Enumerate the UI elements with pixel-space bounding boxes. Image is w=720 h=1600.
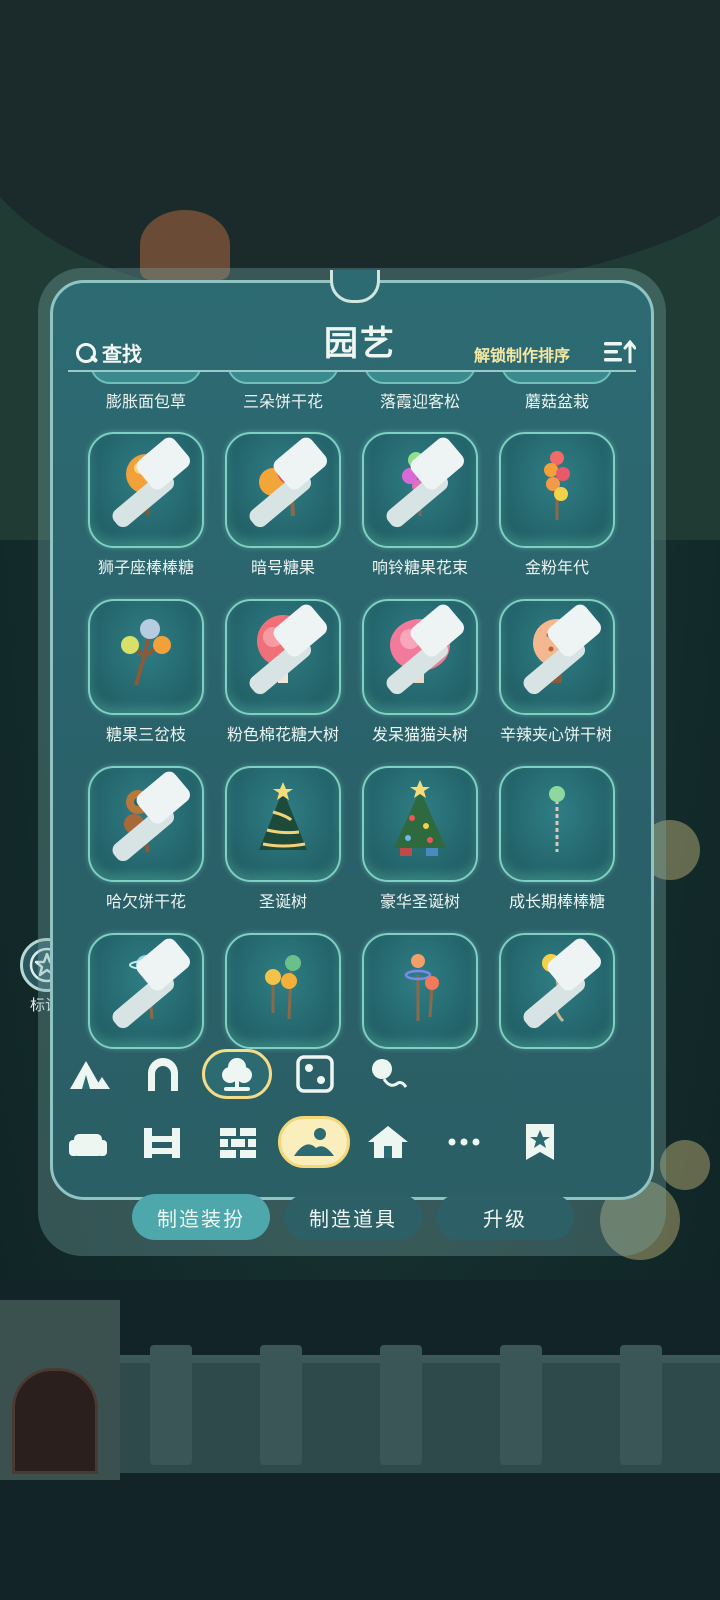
item-label: 狮子座棒棒糖	[97, 558, 194, 577]
item-card[interactable]	[225, 432, 341, 548]
category-wall[interactable]	[208, 1116, 268, 1168]
house-icon	[368, 1126, 408, 1158]
category-landscape[interactable]	[278, 1116, 350, 1168]
badge-icon	[526, 1124, 554, 1160]
item-card[interactable]	[362, 432, 478, 548]
fence-post	[380, 1345, 422, 1465]
candy-stack-icon	[544, 451, 570, 520]
item-label: 膨胀面包草	[105, 392, 186, 411]
tower-door[interactable]	[12, 1368, 98, 1474]
item-card[interactable]	[362, 599, 478, 715]
item-label: 金粉年代	[524, 558, 589, 577]
category-badge[interactable]	[510, 1116, 570, 1168]
item-card[interactable]	[499, 933, 615, 1049]
tree-icon	[222, 1058, 252, 1091]
candy-branch-icon	[121, 619, 171, 686]
more-icon	[448, 1138, 480, 1146]
subtab-dice[interactable]	[284, 1048, 346, 1100]
fence-post	[500, 1345, 542, 1465]
item-label: 辛辣夹心饼干树	[499, 725, 612, 744]
item-label: 哈欠饼干花	[105, 892, 186, 911]
item-card[interactable]	[499, 599, 615, 715]
hammer-icon	[112, 771, 190, 862]
sort-option-label[interactable]: 解锁制作排序	[474, 342, 570, 366]
tent-icon	[70, 1061, 110, 1089]
fence-post	[260, 1345, 302, 1465]
item-label: 三朵饼干花	[242, 392, 323, 411]
balloon-icon	[372, 1059, 408, 1088]
search-label: 查找	[102, 342, 142, 366]
ringed-candy-icon	[404, 954, 439, 1021]
subtab-tent[interactable]	[58, 1048, 120, 1100]
hammer-icon	[386, 604, 464, 695]
hammer-icon	[523, 938, 601, 1029]
subtab-balloon[interactable]	[356, 1048, 418, 1100]
glow-light	[660, 1140, 710, 1190]
upgrade-button[interactable]: 升级	[436, 1194, 574, 1240]
fence-post	[620, 1345, 662, 1465]
cliff-overhang	[0, 0, 720, 300]
item-card[interactable]	[88, 933, 204, 1049]
category-more[interactable]	[434, 1116, 494, 1168]
item-label: 蘑菇盆栽	[524, 392, 589, 411]
growing-lollipop-icon	[549, 786, 565, 852]
hammer-icon	[249, 604, 327, 695]
item-label: 粉色棉花糖大树	[226, 725, 339, 744]
item-card[interactable]	[88, 599, 204, 715]
subtab-tree[interactable]	[202, 1049, 272, 1099]
item-label: 成长期棒棒糖	[508, 892, 605, 911]
item-card[interactable]	[499, 766, 615, 882]
subtab-arch[interactable]	[132, 1048, 194, 1100]
sofa-icon	[69, 1134, 107, 1156]
item-card[interactable]	[88, 766, 204, 882]
sort-icon[interactable]	[604, 340, 636, 364]
triple-lollipop-icon	[265, 955, 301, 1020]
item-card[interactable]	[501, 372, 613, 384]
item-card[interactable]	[499, 432, 615, 548]
search-icon	[74, 341, 98, 365]
item-label: 圣诞树	[258, 892, 307, 911]
hammer-icon	[112, 437, 190, 528]
item-label: 发呆猫猫头树	[371, 725, 468, 744]
fence-icon	[144, 1128, 180, 1158]
dice-icon	[296, 1055, 334, 1093]
category-fence[interactable]	[132, 1116, 192, 1168]
craft-tool-button[interactable]: 制造道具	[284, 1194, 422, 1240]
item-label: 响铃糖果花束	[371, 558, 468, 577]
item-label: 暗号糖果	[250, 558, 315, 577]
hammer-icon	[249, 437, 327, 528]
item-card[interactable]	[227, 372, 339, 384]
item-label: 落霞迎客松	[379, 392, 460, 411]
item-card[interactable]	[364, 372, 476, 384]
item-card[interactable]	[225, 933, 341, 1049]
item-label: 豪华圣诞树	[379, 892, 460, 911]
arch-icon	[148, 1058, 178, 1091]
hammer-icon	[523, 604, 601, 695]
hammer-icon	[112, 938, 190, 1029]
item-card[interactable]	[225, 766, 341, 882]
item-card[interactable]	[362, 766, 478, 882]
category-furniture[interactable]	[58, 1116, 118, 1168]
brick-wall-icon	[220, 1128, 256, 1158]
item-grid: 膨胀面包草 三朵饼干花 落霞迎客松 蘑菇盆栽 狮子座棒棒糖 暗号糖果 响铃糖果花…	[70, 372, 646, 1060]
deluxe-christmas-tree-icon	[394, 780, 446, 856]
item-label: 糖果三岔枝	[105, 725, 186, 744]
item-card[interactable]	[88, 432, 204, 548]
search-button[interactable]: 查找	[74, 338, 142, 367]
item-card[interactable]	[90, 372, 202, 384]
item-card[interactable]	[362, 933, 478, 1049]
hammer-icon	[386, 437, 464, 528]
christmas-tree-icon	[259, 782, 307, 850]
category-house[interactable]	[358, 1116, 418, 1168]
craft-decor-button[interactable]: 制造装扮	[132, 1194, 270, 1240]
fence-post	[150, 1345, 192, 1465]
landscape-icon	[294, 1128, 334, 1156]
item-card[interactable]	[225, 599, 341, 715]
